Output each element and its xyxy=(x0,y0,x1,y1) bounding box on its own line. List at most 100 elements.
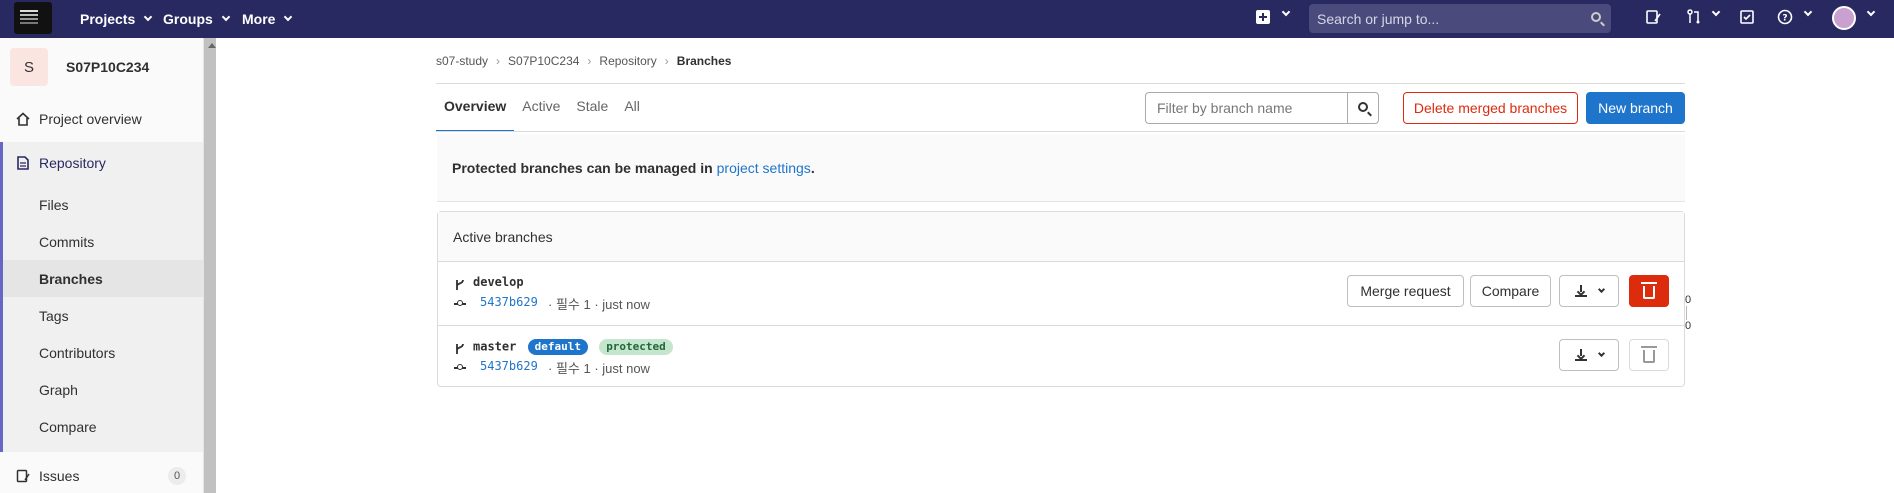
help-icon[interactable]: ? xyxy=(1777,9,1793,25)
sidebar-item-label: Branches xyxy=(39,270,103,287)
default-badge: default xyxy=(527,339,588,355)
projects-menu-label: Projects xyxy=(80,11,136,27)
filter-search-button[interactable] xyxy=(1347,92,1379,124)
issues-icon[interactable] xyxy=(1645,9,1661,25)
todo-icon[interactable] xyxy=(1739,9,1755,25)
groups-menu-label: Groups xyxy=(163,11,213,27)
download-button[interactable] xyxy=(1559,339,1619,371)
home-icon xyxy=(16,111,30,126)
scroll-up-arrow-icon[interactable] xyxy=(208,43,216,48)
sidebar-item-label: Commits xyxy=(39,233,95,250)
breadcrumb-repository-link[interactable]: Repository xyxy=(599,54,656,68)
chevron-down-icon xyxy=(284,12,293,22)
merge-request-button[interactable]: Merge request xyxy=(1347,275,1464,307)
compare-button[interactable]: Compare xyxy=(1470,275,1551,307)
document-icon xyxy=(17,155,29,170)
search-input[interactable]: Search or jump to... xyxy=(1309,4,1611,33)
sidebar-item-compare[interactable]: Compare xyxy=(0,408,203,445)
trash-icon xyxy=(1641,346,1657,363)
svg-text:?: ? xyxy=(1782,14,1787,24)
divergence-divider xyxy=(1686,306,1687,320)
sidebar-item-label: Graph xyxy=(39,381,78,398)
user-avatar[interactable] xyxy=(1832,6,1856,30)
breadcrumb-current[interactable]: Branches xyxy=(677,54,732,68)
download-icon xyxy=(1574,349,1587,361)
search-icon xyxy=(1591,12,1601,22)
notice-suffix: . xyxy=(810,159,815,176)
sidebar-item-repository[interactable]: Repository xyxy=(0,144,203,181)
branch-filter-input[interactable]: Filter by branch name xyxy=(1145,92,1348,124)
sidebar-item-label: Tags xyxy=(39,307,69,324)
active-branches-panel: Active branches develop 5437b629 · 필수 1 … xyxy=(437,211,1691,387)
project-name: S07P10C234 xyxy=(66,59,150,75)
commit-icon xyxy=(454,364,466,370)
sidebar-item-label: Contributors xyxy=(39,344,116,361)
search-icon xyxy=(1358,102,1368,112)
branch-icon xyxy=(456,343,464,354)
chevron-down-icon[interactable] xyxy=(1711,7,1721,17)
more-menu[interactable]: More xyxy=(242,0,293,38)
sidebar-item-commits[interactable]: Commits xyxy=(0,223,203,260)
sidebar-item-tags[interactable]: Tags xyxy=(0,297,203,334)
more-menu-label: More xyxy=(242,11,276,27)
commit-icon xyxy=(454,300,466,306)
delete-branch-button-disabled[interactable] xyxy=(1629,339,1669,371)
branch-tabs: Overview Active Stale All xyxy=(436,84,648,132)
branch-name-group: master default protected xyxy=(473,339,673,355)
sidebar-scrollbar[interactable] xyxy=(204,38,216,493)
sidebar-item-files[interactable]: Files xyxy=(0,186,203,223)
delete-branch-button[interactable] xyxy=(1629,275,1669,307)
issues-count-badge: 0 xyxy=(168,466,186,485)
commit-sha-link[interactable]: 5437b629 xyxy=(480,359,538,373)
trash-icon xyxy=(1641,282,1657,299)
branch-row: develop 5437b629 · 필수 1 · just now 00 Me… xyxy=(438,262,1691,332)
chevron-down-icon[interactable] xyxy=(1803,7,1813,17)
sidebar-item-contributors[interactable]: Contributors xyxy=(0,334,203,371)
gitlab-logo[interactable] xyxy=(14,2,52,34)
protected-badge: protected xyxy=(599,339,673,355)
notice-text: Protected branches can be managed in xyxy=(452,159,713,176)
download-button[interactable] xyxy=(1559,275,1619,307)
chevron-down-icon xyxy=(1597,349,1605,358)
panel-title: Active branches xyxy=(438,212,1684,262)
divider xyxy=(436,131,1685,132)
tab-all[interactable]: All xyxy=(616,84,648,132)
chevron-down-icon xyxy=(1597,285,1605,294)
groups-menu[interactable]: Groups xyxy=(163,0,231,38)
branch-name-link[interactable]: master xyxy=(473,340,516,354)
sidebar-item-issues[interactable]: Issues 0 xyxy=(0,457,203,493)
branch-icon xyxy=(456,279,464,290)
top-navbar: Projects Groups More Search or jump to..… xyxy=(0,0,1894,38)
chevron-down-icon[interactable] xyxy=(1866,7,1876,17)
branch-row: master default protected 5437b629 · 필수 1… xyxy=(438,325,1684,387)
sidebar-item-label: Repository xyxy=(39,154,106,171)
project-header[interactable]: S S07P10C234 xyxy=(10,48,149,86)
new-branch-button[interactable]: New branch xyxy=(1586,92,1685,124)
sidebar-item-graph[interactable]: Graph xyxy=(0,371,203,408)
commit-meta: · 필수 1 · just now xyxy=(548,297,650,312)
sidebar-item-project-overview[interactable]: Project overview xyxy=(0,100,203,137)
chevron-right-icon: › xyxy=(587,54,592,68)
breadcrumb-group-link[interactable]: s07-study xyxy=(436,54,488,68)
commit-sha-link[interactable]: 5437b629 xyxy=(480,295,538,309)
breadcrumb-project-link[interactable]: S07P10C234 xyxy=(508,54,579,68)
delete-merged-branches-button[interactable]: Delete merged branches xyxy=(1403,92,1578,124)
download-icon xyxy=(1574,285,1587,297)
divergence-graph: 00 xyxy=(1685,294,1691,332)
chevron-down-icon[interactable] xyxy=(1281,7,1291,17)
branch-name-link[interactable]: develop xyxy=(473,275,524,289)
tab-overview[interactable]: Overview xyxy=(436,84,515,132)
project-settings-link[interactable]: project settings xyxy=(717,160,811,176)
plus-square-icon[interactable] xyxy=(1255,9,1271,25)
tab-active[interactable]: Active xyxy=(514,84,568,132)
chevron-down-icon xyxy=(221,12,231,22)
project-avatar: S xyxy=(10,48,48,86)
chevron-right-icon: › xyxy=(496,54,501,68)
commit-meta: · 필수 1 · just now xyxy=(548,361,650,376)
chevron-down-icon xyxy=(144,12,153,22)
search-placeholder: Search or jump to... xyxy=(1317,10,1440,27)
merge-request-icon[interactable] xyxy=(1686,9,1702,25)
tab-stale[interactable]: Stale xyxy=(568,84,616,132)
projects-menu[interactable]: Projects xyxy=(80,0,153,38)
sidebar-item-branches[interactable]: Branches xyxy=(3,260,203,297)
